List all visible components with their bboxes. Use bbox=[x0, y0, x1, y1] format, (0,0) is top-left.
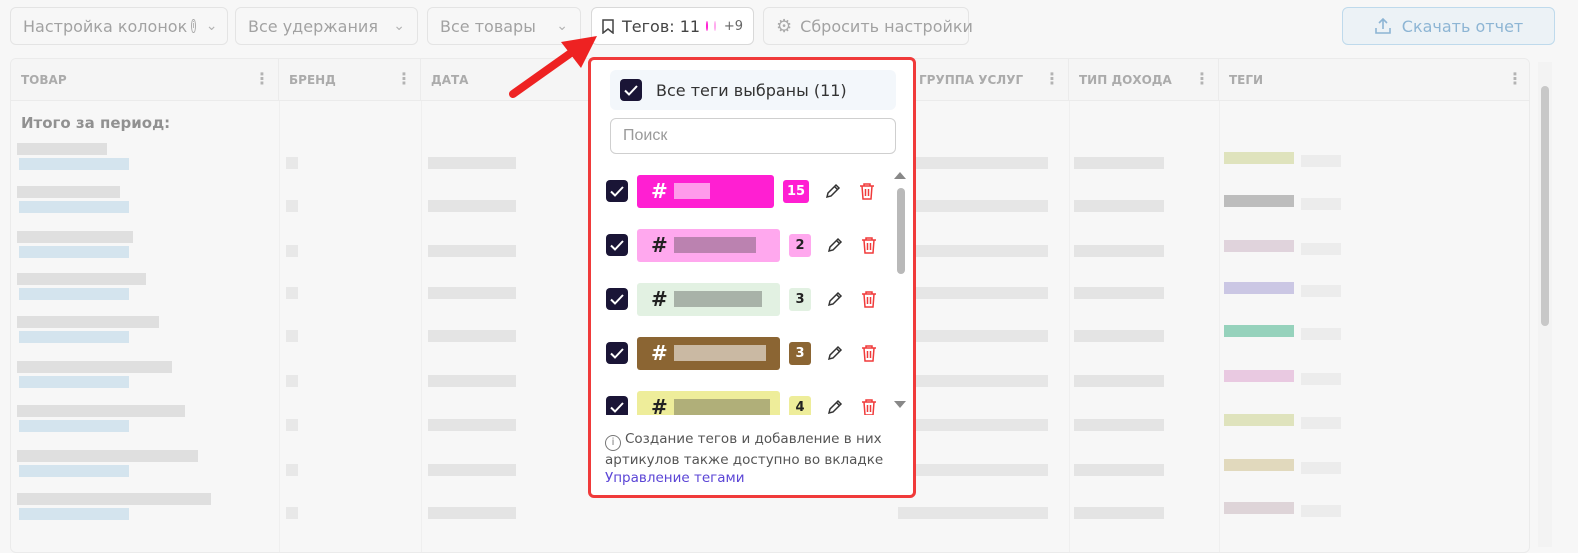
info-icon: i bbox=[605, 435, 621, 451]
scroll-thumb bbox=[897, 188, 905, 274]
tag-prefix: # bbox=[651, 179, 668, 203]
tag-row[interactable]: #4 bbox=[606, 390, 881, 415]
tag-color-dot bbox=[706, 21, 708, 31]
tags-more-count: +9 bbox=[723, 18, 743, 34]
tag-prefix: # bbox=[651, 287, 668, 311]
pencil-icon[interactable] bbox=[823, 395, 847, 415]
tag-count-badge: 3 bbox=[789, 341, 811, 365]
manage-tags-link[interactable]: Управление тегами bbox=[605, 469, 905, 487]
tag-pill: # bbox=[637, 390, 780, 415]
tag-checkbox[interactable] bbox=[606, 396, 628, 415]
arrow-annotation bbox=[509, 36, 597, 98]
tag-checkbox[interactable] bbox=[606, 342, 628, 364]
page-scrollbar[interactable] bbox=[1538, 62, 1552, 547]
report-screen: Настройка колонок i ⌄ Все удержания ⌄ Вс… bbox=[0, 0, 1578, 553]
tag-pill: # bbox=[637, 228, 780, 262]
tag-prefix: # bbox=[651, 233, 668, 257]
tags-filter-button[interactable]: Тегов: 11 +9 bbox=[591, 7, 754, 45]
tag-search-input[interactable] bbox=[610, 118, 896, 154]
trash-icon[interactable] bbox=[857, 233, 881, 257]
trash-icon[interactable] bbox=[857, 395, 881, 415]
tag-row[interactable]: #15 bbox=[606, 174, 879, 208]
tag-pill: # bbox=[637, 174, 774, 208]
tag-name-redacted bbox=[673, 345, 766, 361]
tag-color-dot bbox=[713, 21, 716, 31]
pencil-icon[interactable] bbox=[823, 233, 847, 257]
scrollbar-thumb[interactable] bbox=[1541, 86, 1549, 326]
pencil-icon[interactable] bbox=[823, 341, 847, 365]
select-all-checkbox[interactable] bbox=[620, 79, 642, 101]
tag-checkbox[interactable] bbox=[606, 180, 628, 202]
trash-icon[interactable] bbox=[857, 341, 881, 365]
tag-pill: # bbox=[637, 336, 780, 370]
tag-name-redacted bbox=[673, 183, 710, 199]
tag-pill: # bbox=[637, 282, 780, 316]
tag-prefix: # bbox=[651, 341, 668, 365]
tag-row[interactable]: #3 bbox=[606, 282, 881, 316]
scroll-up-icon bbox=[894, 172, 906, 179]
trash-icon[interactable] bbox=[855, 179, 879, 203]
scroll-down-icon bbox=[894, 401, 906, 408]
pencil-icon[interactable] bbox=[821, 179, 845, 203]
tags-count-label: Тегов: 11 bbox=[622, 16, 701, 36]
tag-checkbox[interactable] bbox=[606, 288, 628, 310]
select-all-label: Все теги выбраны (11) bbox=[656, 80, 847, 100]
select-all-tags-row[interactable]: Все теги выбраны (11) bbox=[610, 70, 896, 110]
tag-count-badge: 4 bbox=[789, 395, 811, 415]
tag-list-scrollbar[interactable] bbox=[893, 170, 907, 410]
tag-name-redacted bbox=[673, 399, 770, 415]
tag-checkbox[interactable] bbox=[606, 234, 628, 256]
tag-count-badge: 3 bbox=[789, 287, 811, 311]
trash-icon[interactable] bbox=[857, 287, 881, 311]
tag-name-redacted bbox=[673, 291, 762, 307]
tag-count-badge: 2 bbox=[789, 233, 811, 257]
tag-row[interactable]: #3 bbox=[606, 336, 881, 370]
tags-filter-popup: Все теги выбраны (11) #15#2#3#3#4 iСозда… bbox=[588, 57, 916, 498]
info-text: Создание тегов и добавление в них артику… bbox=[605, 431, 884, 468]
tag-prefix: # bbox=[651, 395, 668, 415]
pencil-icon[interactable] bbox=[823, 287, 847, 311]
tag-row[interactable]: #2 bbox=[606, 228, 881, 262]
tag-count-badge: 15 bbox=[783, 179, 810, 203]
tag-list[interactable]: #15 #2 #3 #3 #4 bbox=[591, 168, 901, 415]
tag-name-redacted bbox=[673, 237, 756, 253]
tags-info-note: i Создание тегов и добавление в них артик… bbox=[605, 430, 905, 487]
